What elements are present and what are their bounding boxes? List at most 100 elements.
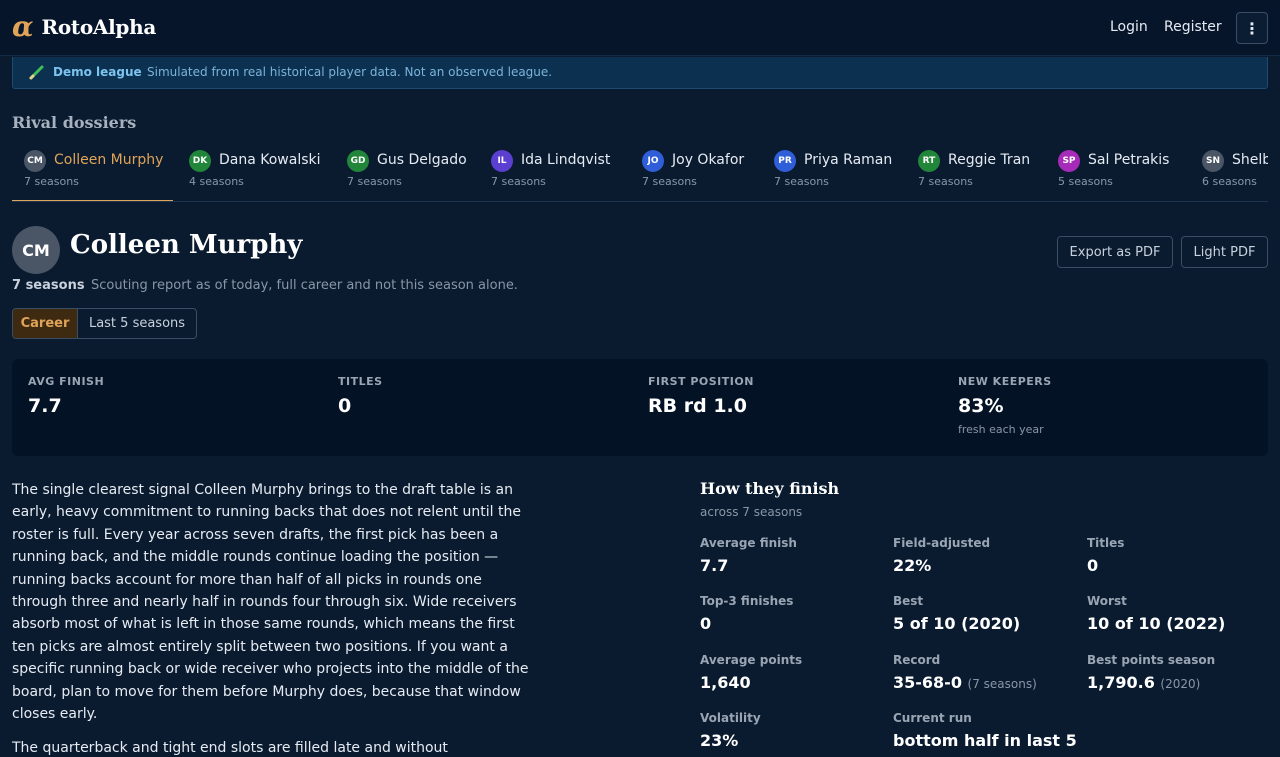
rival-tab-gus-delgado[interactable]: GD Gus Delgado 7 seasons <box>335 142 471 201</box>
finish-label: Volatility <box>700 711 761 725</box>
finish-average: Average finish 7.7 <box>700 536 797 575</box>
stat-label: NEW KEEPERS <box>958 375 1052 388</box>
finish-value: bottom half in last 5 <box>893 731 1077 750</box>
stat-label: TITLES <box>338 375 383 388</box>
profile-avatar: CM <box>12 226 60 274</box>
finish-best: Best 5 of 10 (2020) <box>893 594 1020 633</box>
rival-tab-ida-lindqvist[interactable]: IL Ida Lindqvist 7 seasons <box>479 142 622 201</box>
light-pdf-button[interactable]: Light PDF <box>1181 236 1268 268</box>
finish-value-row: 1,790.6 (2020) <box>1087 673 1215 692</box>
finish-label: Titles <box>1087 536 1125 550</box>
profile-description: Scouting report as of today, full career… <box>91 278 518 293</box>
finish-average-points: Average points 1,640 <box>700 653 802 692</box>
rival-tab-dana-kowalski[interactable]: DK Dana Kowalski 4 seasons <box>177 142 327 201</box>
finish-label: Average points <box>700 653 803 667</box>
stat-first-position: FIRST POSITION RB rd 1.0 <box>648 375 754 417</box>
finish-value: 0 <box>1087 556 1099 575</box>
finish-current-run: Current run bottom half in last 5 <box>893 711 1077 750</box>
finish-volatility: Volatility 23% <box>700 711 761 750</box>
finish-label: Best points season <box>1087 653 1216 667</box>
alpha-logo-icon: α <box>12 10 34 43</box>
register-link[interactable]: Register <box>1164 19 1222 35</box>
top-bar: α RotoAlpha Login Register ⋮ <box>0 0 1280 56</box>
stat-value: 83% <box>958 395 1004 417</box>
range-toggle: Career Last 5 seasons <box>12 308 197 339</box>
kebab-menu-icon: ⋮ <box>1244 18 1260 38</box>
finish-note: (2020) <box>1160 677 1201 691</box>
how-they-finish-title: How they finish <box>700 479 840 498</box>
avatar: CM <box>24 150 46 172</box>
avatar: GD <box>347 150 369 172</box>
banner-title: Demo league <box>53 65 142 79</box>
login-link[interactable]: Login <box>1110 19 1148 35</box>
rival-tab-colleen-murphy[interactable]: CM Colleen Murphy 7 seasons <box>12 142 173 201</box>
finish-label: Record <box>893 653 941 667</box>
finish-value: 0 <box>700 614 712 633</box>
export-pdf-button[interactable]: Export as PDF <box>1057 236 1173 268</box>
rival-name: Dana Kowalski <box>219 152 321 168</box>
rival-tab-sal-petrakis[interactable]: SP Sal Petrakis 5 seasons <box>1046 142 1182 201</box>
finish-value: 7.7 <box>700 556 729 575</box>
rival-name: Reggie Tran <box>948 152 1031 168</box>
rival-seasons: 7 seasons <box>491 175 546 188</box>
stat-new-keepers: NEW KEEPERS 83% fresh each year <box>958 375 1052 436</box>
avatar: PR <box>774 150 796 172</box>
finish-value: 35-68-0 <box>893 673 962 692</box>
finish-label: Best <box>893 594 924 608</box>
avatar: RT <box>918 150 940 172</box>
rival-seasons: 6 seasons <box>1202 175 1257 188</box>
logo[interactable]: α RotoAlpha <box>12 13 156 41</box>
rival-tab-priya-raman[interactable]: PR Priya Raman 7 seasons <box>762 142 898 201</box>
finish-value: 22% <box>893 556 932 575</box>
finish-value: 5 of 10 (2020) <box>893 614 1021 633</box>
how-they-finish-subtitle: across 7 seasons <box>700 505 803 519</box>
finish-label: Field-adjusted <box>893 536 991 550</box>
stat-value: 7.7 <box>28 395 62 417</box>
report-paragraph: The single clearest signal Colleen Murph… <box>12 482 529 723</box>
career-toggle-button[interactable]: Career <box>13 309 78 338</box>
rival-dossiers-title: Rival dossiers <box>12 113 137 132</box>
stat-sub: fresh each year <box>958 423 1044 436</box>
rival-name: Gus Delgado <box>377 152 467 168</box>
finish-value: 10 of 10 (2022) <box>1087 614 1226 633</box>
stat-avg-finish: AVG FINISH 7.7 <box>28 375 104 417</box>
rival-tab-shelby[interactable]: SN Shelby 6 seasons <box>1190 142 1268 201</box>
rival-name: Ida Lindqvist <box>521 152 611 168</box>
app-name: RotoAlpha <box>41 15 157 39</box>
pencil-icon <box>29 65 44 80</box>
rival-tabs: CM Colleen Murphy 7 seasons DK Dana Kowa… <box>12 142 1268 202</box>
avatar: DK <box>189 150 211 172</box>
rival-seasons: 5 seasons <box>1058 175 1113 188</box>
finish-label: Average finish <box>700 536 797 550</box>
summary-stats-card: AVG FINISH 7.7 TITLES 0 FIRST POSITION R… <box>12 359 1268 456</box>
finish-field-adjusted: Field-adjusted 22% <box>893 536 990 575</box>
finish-value: 1,790.6 <box>1087 673 1155 692</box>
avatar: JO <box>642 150 664 172</box>
stat-value: RB rd 1.0 <box>648 395 747 417</box>
stat-value: 0 <box>338 395 352 417</box>
rival-tab-reggie-tran[interactable]: RT Reggie Tran 7 seasons <box>906 142 1038 201</box>
finish-label: Current run <box>893 711 972 725</box>
avatar: IL <box>491 150 513 172</box>
stat-titles: TITLES 0 <box>338 375 383 417</box>
rival-tab-joy-okafor[interactable]: JO Joy Okafor 7 seasons <box>630 142 754 201</box>
finish-best-points-season: Best points season 1,790.6 (2020) <box>1087 653 1215 692</box>
rival-seasons: 7 seasons <box>774 175 829 188</box>
finish-titles: Titles 0 <box>1087 536 1124 575</box>
finish-top3: Top-3 finishes 0 <box>700 594 793 633</box>
finish-label: Worst <box>1087 594 1127 608</box>
avatar: SN <box>1202 150 1224 172</box>
rival-seasons: 7 seasons <box>24 175 79 188</box>
rival-name: Priya Raman <box>804 152 893 168</box>
rival-name: Colleen Murphy <box>54 152 164 168</box>
last-5-seasons-toggle-button[interactable]: Last 5 seasons <box>78 309 196 338</box>
report-paragraph: The quarterback and tight end slots are … <box>12 740 448 757</box>
avatar: SP <box>1058 150 1080 172</box>
finish-value: 23% <box>700 731 739 750</box>
finish-value-row: 35-68-0 (7 seasons) <box>893 673 1037 692</box>
finish-record: Record 35-68-0 (7 seasons) <box>893 653 1037 692</box>
scouting-report-text: The single clearest signal Colleen Murph… <box>12 479 532 757</box>
more-menu-button[interactable]: ⋮ <box>1236 12 1268 44</box>
rival-name: Shelby <box>1232 152 1268 168</box>
banner-text: Simulated from real historical player da… <box>147 65 553 79</box>
